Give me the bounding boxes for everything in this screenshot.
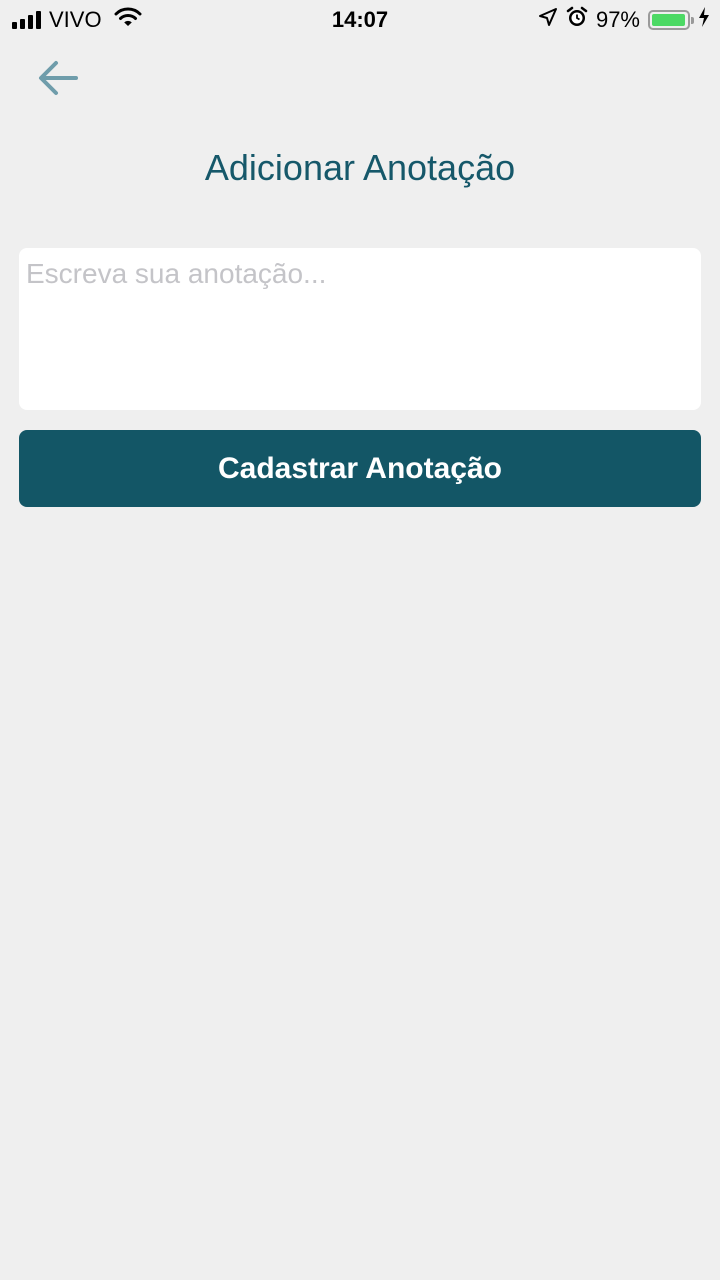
battery-icon (648, 10, 694, 30)
battery-percent: 97% (595, 7, 640, 32)
submit-note-button[interactable]: Cadastrar Anotação (19, 430, 701, 507)
status-bar: VIVO 14:07 97% (0, 0, 720, 40)
battery-level (652, 14, 685, 26)
charging-icon (698, 6, 710, 34)
arrow-left-icon (39, 61, 78, 95)
status-right: 97% (538, 6, 710, 34)
screen: VIVO 14:07 97% Adicionar Anotação Escrev… (0, 0, 720, 1280)
back-button[interactable] (30, 54, 86, 102)
location-icon (538, 7, 558, 33)
page-title: Adicionar Anotação (204, 147, 516, 188)
note-input[interactable] (19, 248, 701, 410)
alarm-icon (566, 6, 588, 34)
